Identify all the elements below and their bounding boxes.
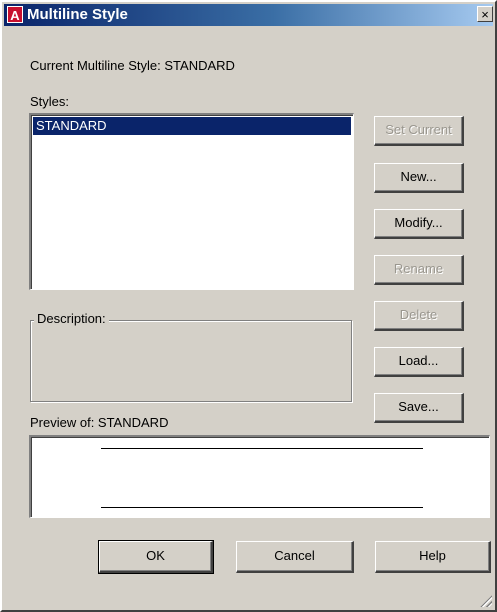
set-current-button[interactable]: Set Current — [374, 116, 464, 146]
load-button[interactable]: Load... — [374, 347, 464, 377]
save-button[interactable]: Save... — [374, 393, 464, 423]
delete-button[interactable]: Delete — [374, 301, 464, 331]
current-style-label: Current Multiline Style: STANDARD — [30, 58, 235, 73]
resize-grip-icon[interactable] — [478, 593, 492, 607]
preview-bottom-line — [101, 507, 423, 508]
rename-button[interactable]: Rename — [374, 255, 464, 285]
description-label: Description: — [34, 311, 109, 326]
modify-button[interactable]: Modify... — [374, 209, 464, 239]
styles-label: Styles: — [30, 94, 70, 109]
help-button[interactable]: Help — [375, 541, 491, 573]
styles-list-item-standard[interactable]: STANDARD — [33, 117, 351, 135]
multiline-style-dialog: A Multiline Style × Current Multiline St… — [0, 0, 497, 612]
preview-top-line — [101, 448, 423, 449]
description-group — [30, 320, 352, 402]
close-icon[interactable]: × — [477, 6, 493, 22]
preview-label: Preview of: STANDARD — [30, 415, 169, 430]
new-button[interactable]: New... — [374, 163, 464, 193]
autocad-app-icon: A — [7, 6, 23, 23]
styles-list[interactable]: STANDARD — [29, 113, 354, 290]
cancel-button[interactable]: Cancel — [236, 541, 354, 573]
ok-button[interactable]: OK — [98, 540, 214, 574]
preview-pane — [29, 435, 490, 518]
title-bar[interactable]: A Multiline Style × — [4, 4, 493, 26]
window-title: Multiline Style — [27, 6, 128, 23]
